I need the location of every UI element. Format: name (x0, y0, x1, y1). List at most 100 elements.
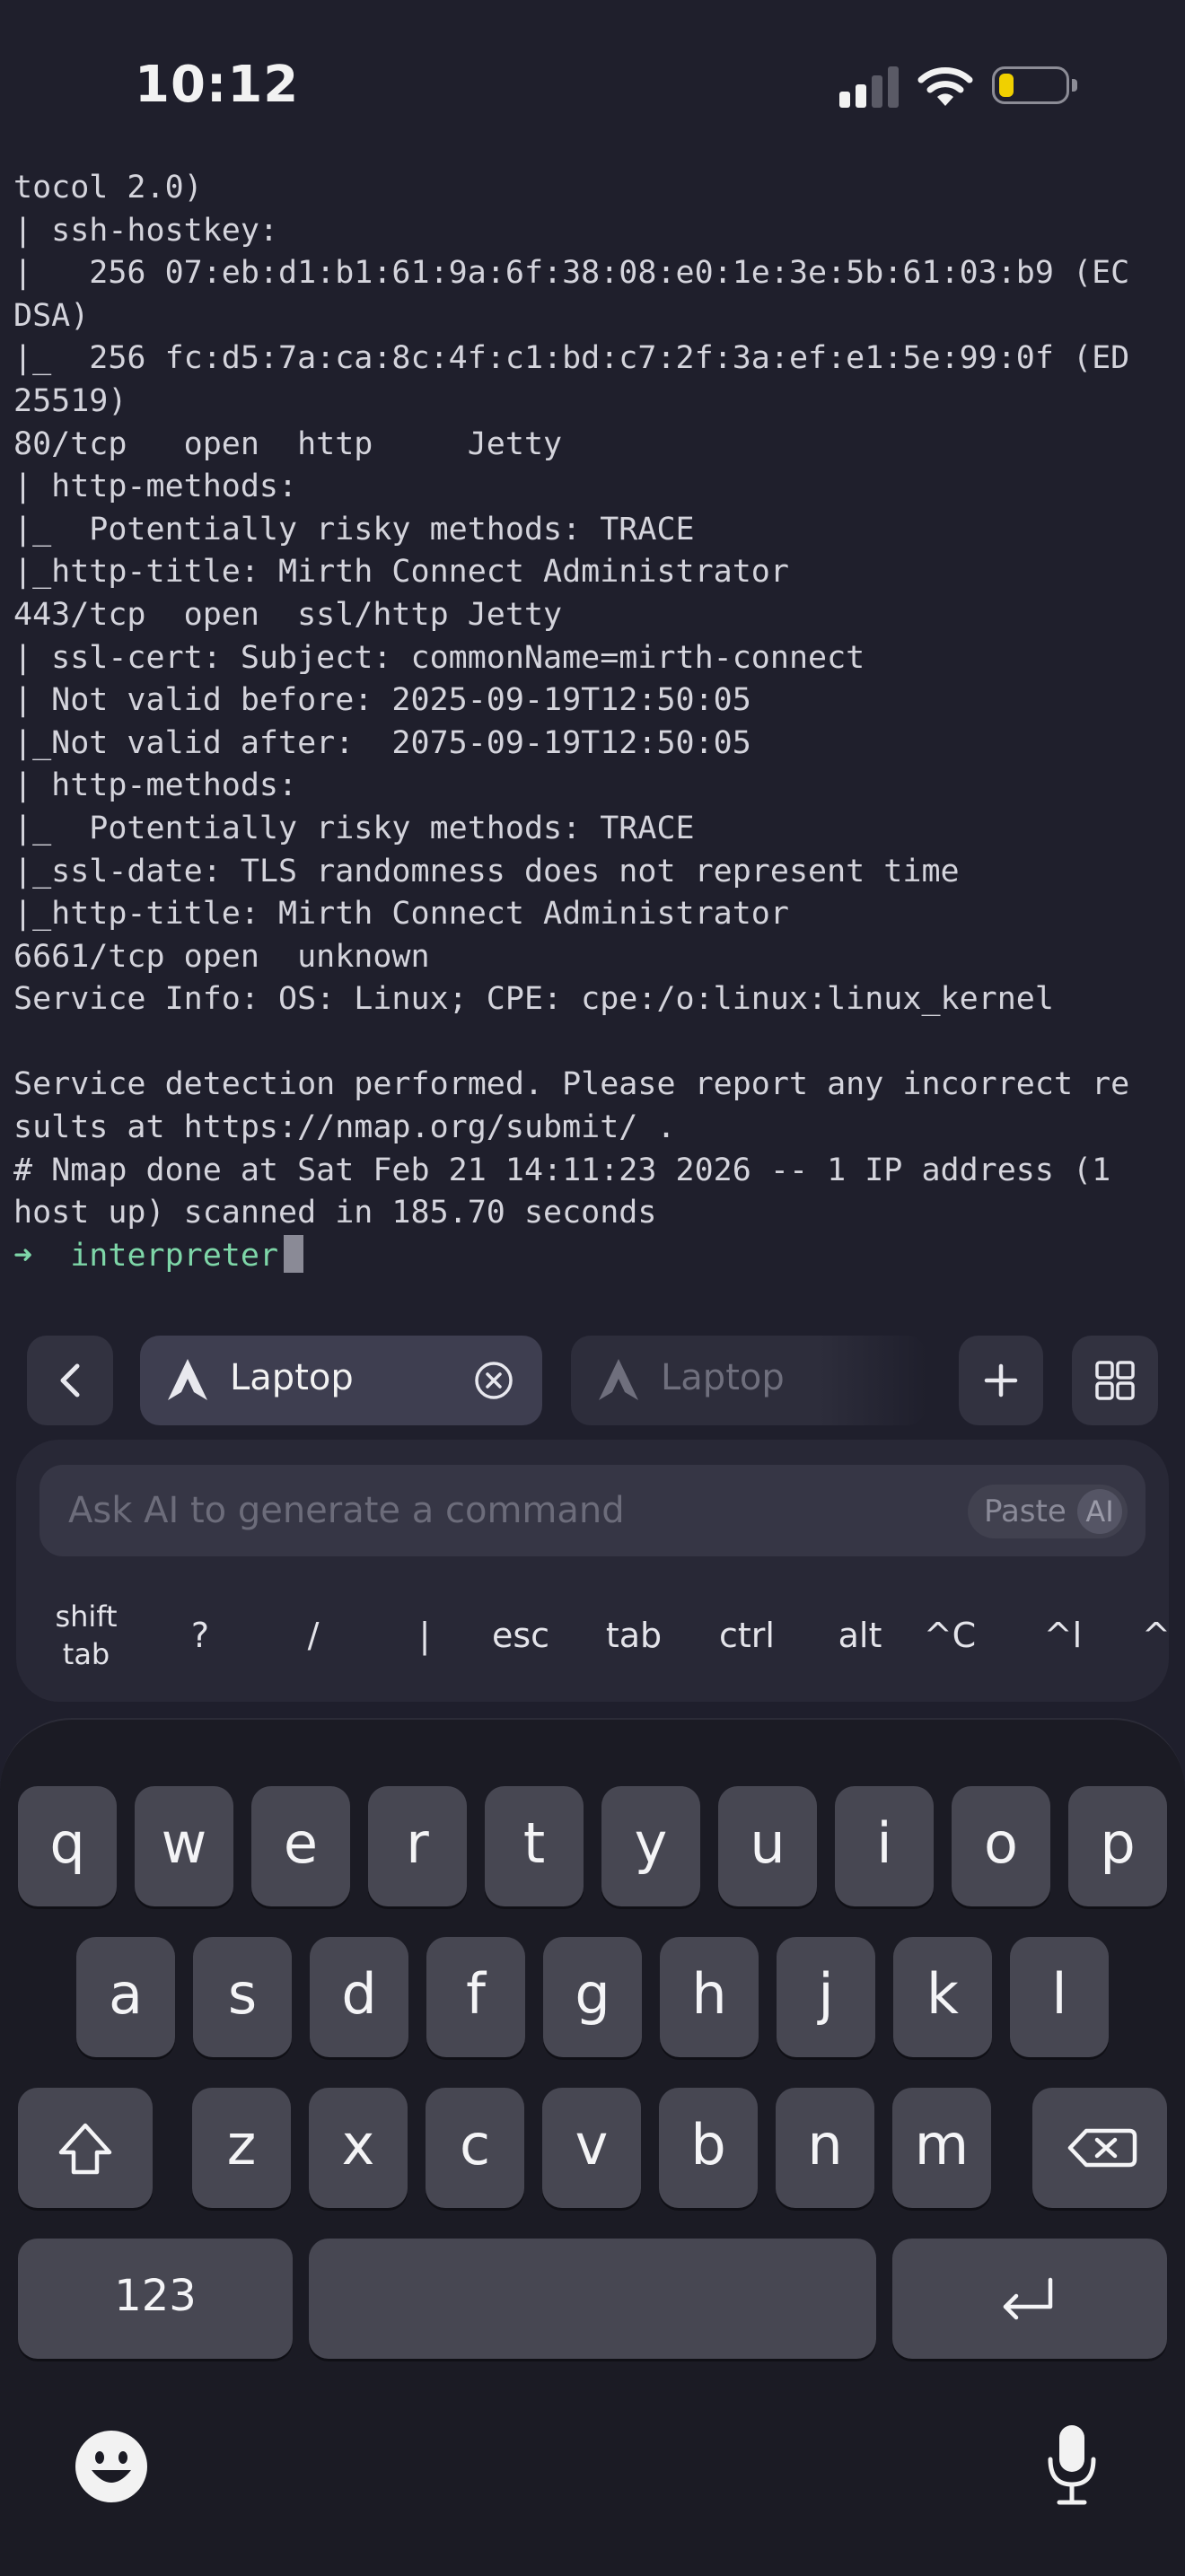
extra-keys-row: shift tab ? / | esc tab ctrl alt ^C ^l ^… (16, 1590, 1169, 1680)
terminal-line: 80/tcp open http Jetty (13, 425, 563, 462)
back-button[interactable] (27, 1336, 113, 1425)
ai-input-placeholder: Ask AI to generate a command (68, 1490, 625, 1531)
terminal-line: |_ 256 fc:d5:7a:ca:8c:4f:c1:bd:c7:2f:3a:… (13, 340, 1130, 377)
terminal-line: sults at https://nmap.org/submit/ . (13, 1109, 676, 1146)
ai-command-input[interactable]: Ask AI to generate a command Paste AI (40, 1465, 1146, 1556)
alt-key[interactable]: alt (815, 1590, 905, 1680)
tab-key[interactable]: tab (589, 1590, 679, 1680)
terminal-prompt: ➜ interpreter (13, 1234, 1181, 1278)
terminal-line: |_ Potentially risky methods: TRACE (13, 810, 695, 846)
slash-key[interactable]: / (282, 1590, 345, 1680)
ai-badge[interactable]: AI (1077, 1489, 1122, 1534)
arch-logo-icon (599, 1359, 638, 1400)
terminal-line: DSA) (13, 297, 90, 334)
key-letter[interactable]: e (251, 1786, 350, 1906)
shift-icon (58, 2123, 112, 2175)
key-letter[interactable]: p (1068, 1786, 1167, 1906)
question-key[interactable]: ? (169, 1590, 232, 1680)
microphone-icon[interactable] (1045, 2423, 1099, 2506)
terminal-line: |_http-title: Mirth Connect Administrato… (13, 554, 789, 591)
terminal-line: |_ssl-date: TLS randomness does not repr… (13, 853, 960, 889)
battery-icon (992, 66, 1077, 104)
ctrl-key[interactable]: ctrl (702, 1590, 792, 1680)
key-letter[interactable]: q (18, 1786, 117, 1906)
pipe-key[interactable]: | (393, 1590, 456, 1680)
return-key[interactable] (892, 2239, 1167, 2359)
key-letter[interactable]: c (426, 2088, 524, 2208)
key-letter[interactable]: j (777, 1937, 875, 2057)
chevron-left-icon (60, 1363, 80, 1398)
key-letter[interactable]: v (542, 2088, 641, 2208)
terminal-line: | 256 07:eb:d1:b1:61:9a:6f:38:08:e0:1e:3… (13, 255, 1130, 292)
prompt-arrow: ➜ (13, 1237, 33, 1274)
paste-label: Paste (984, 1494, 1066, 1529)
terminal-line: # Nmap done at Sat Feb 21 14:11:23 2026 … (13, 1152, 1111, 1188)
ctrl-s-key[interactable]: ^S (1122, 1590, 1169, 1680)
key-letter[interactable]: r (368, 1786, 467, 1906)
key-letter[interactable]: k (893, 1937, 992, 2057)
key-letter[interactable]: s (193, 1937, 292, 2057)
shift-tab-key[interactable]: shift tab (43, 1590, 129, 1680)
tab-laptop-inactive[interactable]: Laptop (571, 1336, 926, 1425)
cellular-signal-icon (839, 66, 900, 108)
terminal-line: tocol 2.0) (13, 170, 203, 206)
space-key[interactable] (309, 2239, 876, 2359)
key-letter[interactable]: y (601, 1786, 700, 1906)
shift-tab-label-bottom: tab (62, 1637, 110, 1671)
ctrl-c-key[interactable]: ^C (905, 1590, 995, 1680)
terminal-line: | Not valid before: 2025-09-19T12:50:05 (13, 682, 751, 719)
key-letter[interactable]: i (835, 1786, 934, 1906)
terminal-line: Service detection performed. Please repo… (13, 1066, 1130, 1103)
terminal-line: | http-methods: (13, 469, 298, 505)
terminal-line: Service Info: OS: Linux; CPE: cpe:/o:lin… (13, 981, 1054, 1018)
numbers-key[interactable]: 123 (18, 2239, 293, 2359)
session-bar: Laptop Laptop (0, 1336, 1185, 1425)
status-time: 10:12 (135, 56, 300, 114)
key-letter[interactable]: w (135, 1786, 233, 1906)
terminal-line: |_ Potentially risky methods: TRACE (13, 511, 695, 548)
key-letter[interactable]: o (952, 1786, 1050, 1906)
esc-key[interactable]: esc (476, 1590, 566, 1680)
key-letter[interactable]: d (310, 1937, 408, 2057)
key-letter[interactable]: g (543, 1937, 642, 2057)
paste-button[interactable]: Paste AI (968, 1485, 1128, 1538)
ctrl-l-key[interactable]: ^l (1018, 1590, 1108, 1680)
session-grid-button[interactable] (1072, 1336, 1158, 1425)
tab-label: Laptop (230, 1357, 354, 1398)
key-letter[interactable]: n (776, 2088, 874, 2208)
terminal-line: 6661/tcp open unknown (13, 938, 430, 975)
terminal-line: | ssl-cert: Subject: commonName=mirth-co… (13, 639, 865, 676)
backspace-icon (1067, 2128, 1137, 2168)
add-session-button[interactable] (959, 1336, 1043, 1425)
return-icon (1003, 2277, 1053, 2320)
key-letter[interactable]: h (660, 1937, 759, 2057)
shift-key[interactable] (18, 2088, 153, 2208)
grid-icon (1095, 1361, 1135, 1400)
prompt-directory: interpreter (70, 1237, 279, 1274)
command-panel: Ask AI to generate a command Paste AI sh… (16, 1440, 1169, 1702)
key-letter[interactable]: t (485, 1786, 584, 1906)
key-letter[interactable]: z (192, 2088, 291, 2208)
arch-logo-icon (168, 1359, 207, 1400)
key-letter[interactable]: b (659, 2088, 758, 2208)
emoji-icon[interactable] (74, 2429, 149, 2504)
terminal-cursor (284, 1234, 304, 1273)
status-bar: 10:12 (0, 0, 1185, 171)
key-letter[interactable]: m (892, 2088, 991, 2208)
key-letter[interactable]: u (718, 1786, 817, 1906)
backspace-key[interactable] (1032, 2088, 1167, 2208)
plus-icon (984, 1363, 1018, 1398)
terminal-line: 25519) (13, 382, 127, 419)
key-letter[interactable]: f (426, 1937, 525, 2057)
terminal-output[interactable]: tocol 2.0) | ssh-hostkey: | 256 07:eb:d1:b… (13, 167, 1181, 1277)
key-letter[interactable]: a (76, 1937, 175, 2057)
terminal-line: | http-methods: (13, 767, 298, 804)
shift-tab-label-top: shift (55, 1599, 118, 1634)
terminal-line: | ssh-hostkey: (13, 212, 279, 249)
key-letter[interactable]: l (1010, 1937, 1109, 2057)
terminal-line: |_http-title: Mirth Connect Administrato… (13, 896, 789, 933)
close-circle-icon[interactable] (472, 1359, 515, 1402)
key-letter[interactable]: x (309, 2088, 408, 2208)
tab-laptop-active[interactable]: Laptop (140, 1336, 542, 1425)
